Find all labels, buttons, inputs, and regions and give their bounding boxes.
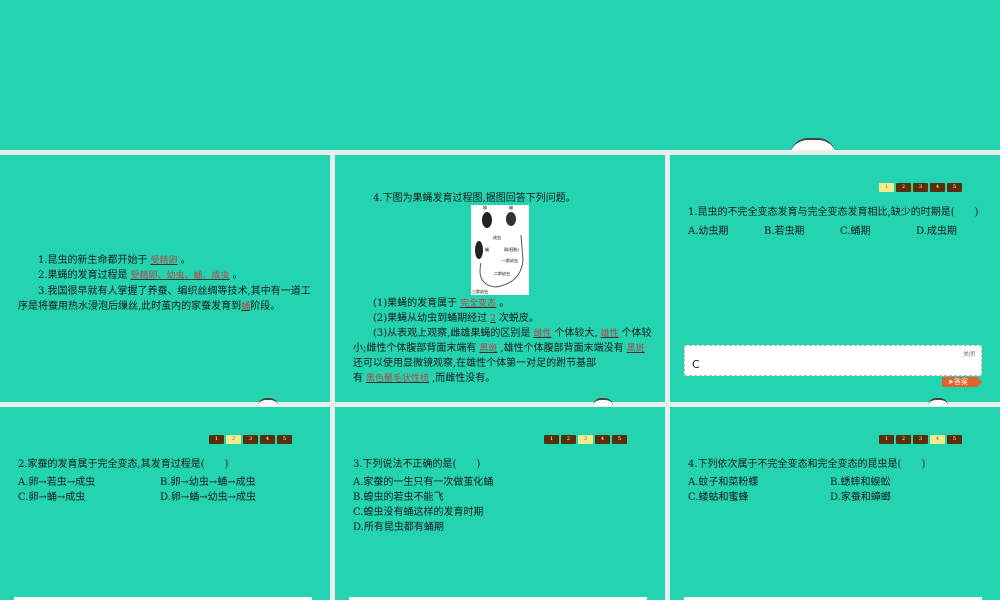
- pager-button-4[interactable]: 4: [930, 435, 945, 444]
- pager-button-1[interactable]: 1: [879, 435, 894, 444]
- question-3-line2: 序是将蚕用热水浸泡后缫丝,此时茧内的家蚕发育到蛹阶段。: [18, 301, 281, 312]
- pager-button-5[interactable]: 5: [612, 435, 627, 444]
- svg-text:雌: 雌: [509, 205, 513, 210]
- answer-button[interactable]: ➤答案: [942, 377, 982, 387]
- option-a[interactable]: A.幼虫期: [688, 222, 728, 237]
- pager-button-4[interactable]: 4: [595, 435, 610, 444]
- option-d[interactable]: D.家蚕和蟑螂: [830, 488, 891, 503]
- close-button[interactable]: 关闭: [963, 349, 975, 358]
- question-text: 4.下列依次属于不完全变态和完全变态的昆虫是( ): [688, 459, 926, 470]
- svg-text:雄: 雄: [483, 205, 487, 210]
- slide-2[interactable]: 4.下图为果蝇发育过程图,据图回答下列问题。 雄 雌 成虫 蛹 卵(胚胎) 一龄…: [335, 155, 665, 402]
- answer-value: C: [692, 358, 700, 371]
- option-b[interactable]: B.蝗虫的若虫不能飞: [353, 488, 444, 503]
- sub-question-3-line4: 有黑色鬃毛状性梳 ,而雌性没有。: [353, 373, 496, 384]
- pager-button-5[interactable]: 5: [947, 183, 962, 192]
- option-b[interactable]: B.卵→幼虫→蛹→成虫: [160, 473, 256, 488]
- pager-button-3[interactable]: 3: [578, 435, 593, 444]
- question-pager: 12345: [879, 183, 962, 192]
- question-pager: 12345: [544, 435, 627, 444]
- option-a[interactable]: A.家蚕的一生只有一次做茧化蛹: [353, 473, 493, 488]
- decoration-icon: [258, 398, 278, 406]
- svg-text:成虫: 成虫: [493, 234, 501, 240]
- question-text: 3.下列说法不正确的是( ): [353, 459, 481, 470]
- question-4-title: 4.下图为果蝇发育过程图,据图回答下列问题。: [373, 193, 576, 204]
- pager-button-2[interactable]: 2: [561, 435, 576, 444]
- option-b[interactable]: B.若虫期: [764, 222, 805, 237]
- option-b[interactable]: B.蟋蟀和蜈蚣: [830, 473, 891, 488]
- pager-button-3[interactable]: 3: [913, 435, 928, 444]
- question-text: 1.昆虫的不完全变态发育与完全变态发育相比,缺少的时期是( ): [688, 207, 979, 218]
- svg-text:卵(胚胎): 卵(胚胎): [504, 246, 520, 252]
- svg-text:三龄幼虫: 三龄幼虫: [472, 288, 488, 294]
- pager-button-5[interactable]: 5: [277, 435, 292, 444]
- slide-5[interactable]: 12345 3.下列说法不正确的是( ) A.家蚕的一生只有一次做茧化蛹 B.蝗…: [335, 407, 665, 600]
- question-pager: 12345: [879, 435, 962, 444]
- question-pager: 12345: [209, 435, 292, 444]
- option-c[interactable]: C.蝗虫没有蛹这样的发育时期: [353, 503, 483, 518]
- option-d[interactable]: D.所有昆虫都有蛹期: [353, 518, 444, 533]
- pager-button-4[interactable]: 4: [260, 435, 275, 444]
- question-2: 2.果蝇的发育过程是 受精卵、幼虫、蛹、成虫。: [38, 270, 243, 281]
- svg-text:一龄幼虫: 一龄幼虫: [502, 257, 518, 263]
- pager-button-1[interactable]: 1: [544, 435, 559, 444]
- pager-button-3[interactable]: 3: [913, 183, 928, 192]
- svg-text:蛹: 蛹: [485, 246, 489, 252]
- answer-box: 关闭 C: [684, 345, 982, 376]
- option-c[interactable]: C.蝼蛄和蜜蜂: [688, 488, 748, 503]
- decoration-icon: [928, 398, 948, 406]
- pager-button-4[interactable]: 4: [930, 183, 945, 192]
- pager-button-5[interactable]: 5: [947, 435, 962, 444]
- slide-4[interactable]: 12345 2.家蚕的发育属于完全变态,其发育过程是( ) A.卵→若虫→成虫 …: [0, 407, 330, 600]
- decoration-icon: [790, 138, 836, 150]
- slide-1[interactable]: 1.昆虫的新生命都开始于 受精卵。 2.果蝇的发育过程是 受精卵、幼虫、蛹、成虫。 …: [0, 155, 330, 402]
- svg-text:二龄幼虫: 二龄幼虫: [494, 270, 510, 276]
- option-c[interactable]: C.卵→蛹→成虫: [18, 488, 85, 503]
- slide-top-partial[interactable]: [0, 0, 1000, 150]
- question-text: 2.家蚕的发育属于完全变态,其发育过程是( ): [18, 459, 229, 470]
- pager-button-1[interactable]: 1: [879, 183, 894, 192]
- decoration-icon: [593, 398, 613, 406]
- option-a[interactable]: A.卵→若虫→成虫: [18, 473, 95, 488]
- pager-button-2[interactable]: 2: [896, 435, 911, 444]
- option-d[interactable]: D.卵→蛹→幼虫→成虫: [160, 488, 256, 503]
- question-3-line1: 3.我国很早就有人掌握了养蚕、编织丝绸等技术,其中有一道工: [38, 286, 311, 297]
- fruit-fly-lifecycle-diagram: 雄 雌 成虫 蛹 卵(胚胎) 一龄幼虫 二龄幼虫 三龄幼虫: [471, 205, 529, 295]
- option-a[interactable]: A.蚊子和菜粉蝶: [688, 473, 758, 488]
- slide-6[interactable]: 12345 4.下列依次属于不完全变态和完全变态的昆虫是( ) A.蚊子和菜粉蝶…: [670, 407, 1000, 600]
- pager-button-3[interactable]: 3: [243, 435, 258, 444]
- option-d[interactable]: D.成虫期: [916, 222, 957, 237]
- pager-button-2[interactable]: 2: [896, 183, 911, 192]
- pager-button-1[interactable]: 1: [209, 435, 224, 444]
- option-c[interactable]: C.蛹期: [840, 222, 870, 237]
- slide-3[interactable]: 12345 1.昆虫的不完全变态发育与完全变态发育相比,缺少的时期是( ) A.…: [670, 155, 1000, 402]
- pager-button-2[interactable]: 2: [226, 435, 241, 444]
- sub-question-3-line3: 还可以使用显微镜观察,在雄性个体第一对足的跗节基部: [353, 358, 597, 369]
